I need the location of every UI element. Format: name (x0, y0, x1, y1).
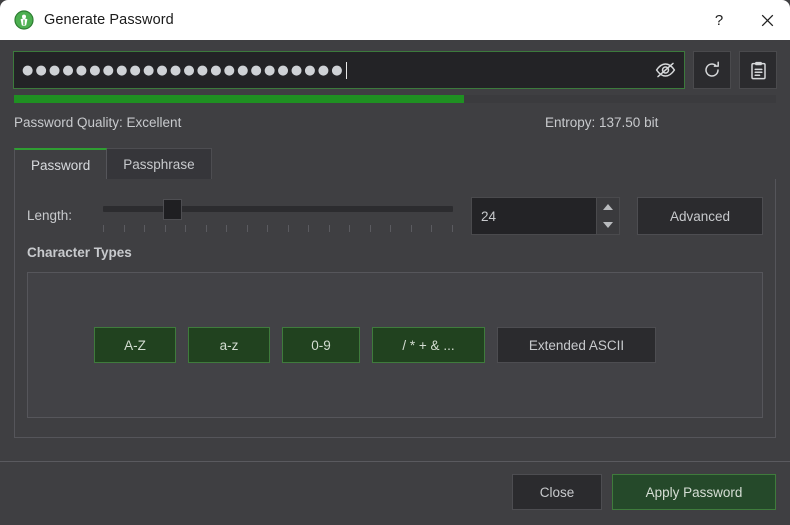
slider-tick (144, 225, 146, 232)
help-button[interactable]: ? (696, 0, 744, 40)
toggle-password-visibility-button[interactable] (652, 57, 678, 83)
slider-tick (246, 225, 248, 232)
close-window-button[interactable] (744, 0, 790, 40)
charset-numbers-button[interactable]: 0-9 (282, 327, 360, 363)
length-slider-thumb[interactable] (162, 199, 182, 220)
slider-tick (103, 225, 104, 232)
footer-separator (0, 461, 790, 462)
tab-passphrase[interactable]: Passphrase (107, 148, 212, 180)
close-icon (761, 14, 773, 26)
slider-tick (185, 225, 187, 232)
slider-tick (328, 225, 330, 232)
tab-password[interactable]: Password (14, 148, 108, 180)
slider-tick (205, 225, 207, 232)
slider-tick (451, 225, 453, 232)
length-value[interactable]: 24 (472, 198, 596, 234)
apply-password-button[interactable]: Apply Password (612, 474, 776, 510)
slider-tick (267, 225, 269, 232)
slider-tick (287, 225, 289, 232)
character-types-buttons: A-Z a-z 0-9 / * + & ... Extended ASCII (94, 327, 656, 363)
eye-off-icon (655, 62, 675, 78)
slider-tick (123, 225, 125, 232)
entropy-label: Entropy: 137.50 bit (545, 115, 659, 130)
slider-tick (390, 225, 392, 232)
slider-tick (410, 225, 412, 232)
charset-lowercase-button[interactable]: a-z (188, 327, 270, 363)
password-quality-label: Password Quality: Excellent (14, 115, 182, 130)
slider-tick (349, 225, 351, 232)
password-masked-value: ●●●●●●●●●●●●●●●●●●●●●●●● (22, 63, 345, 77)
copy-password-button[interactable] (739, 51, 777, 89)
slider-tick (369, 225, 371, 232)
keepassxc-shield-icon (14, 10, 34, 30)
triangle-down-icon (603, 222, 613, 228)
password-quality-bar-fill (14, 95, 464, 103)
length-slider[interactable] (103, 198, 453, 238)
close-button[interactable]: Close (512, 474, 602, 510)
slider-tick (308, 225, 310, 232)
length-label: Length: (27, 208, 73, 223)
advanced-button[interactable]: Advanced (637, 197, 763, 235)
password-row: ●●●●●●●●●●●●●●●●●●●●●●●● (13, 51, 777, 89)
slider-tick (164, 225, 166, 232)
character-types-title: Character Types (27, 245, 132, 260)
triangle-up-icon (603, 204, 613, 210)
generate-password-dialog: Generate Password ? ●●●●●●●●●●●●●●●●●●●●… (0, 0, 790, 525)
charset-uppercase-button[interactable]: A-Z (94, 327, 176, 363)
title-bar: Generate Password ? (0, 0, 790, 40)
length-spinbox[interactable]: 24 (471, 197, 620, 235)
slider-tick (226, 225, 228, 232)
refresh-icon (705, 61, 719, 77)
password-quality-bar (14, 95, 776, 103)
length-slider-ticks (103, 225, 453, 232)
text-caret (345, 61, 347, 79)
length-increment-button[interactable] (597, 198, 619, 216)
length-decrement-button[interactable] (597, 216, 619, 234)
length-slider-groove (103, 206, 453, 212)
clipboard-icon (750, 61, 766, 79)
window-title: Generate Password (44, 12, 174, 28)
charset-extended-ascii-button[interactable]: Extended ASCII (497, 327, 656, 363)
length-spinner-arrows (596, 198, 619, 234)
charset-special-button[interactable]: / * + & ... (372, 327, 485, 363)
regenerate-password-button[interactable] (693, 51, 731, 89)
tab-bar: Password Passphrase (14, 148, 212, 180)
slider-tick (431, 225, 433, 232)
password-input[interactable]: ●●●●●●●●●●●●●●●●●●●●●●●● (13, 51, 685, 89)
